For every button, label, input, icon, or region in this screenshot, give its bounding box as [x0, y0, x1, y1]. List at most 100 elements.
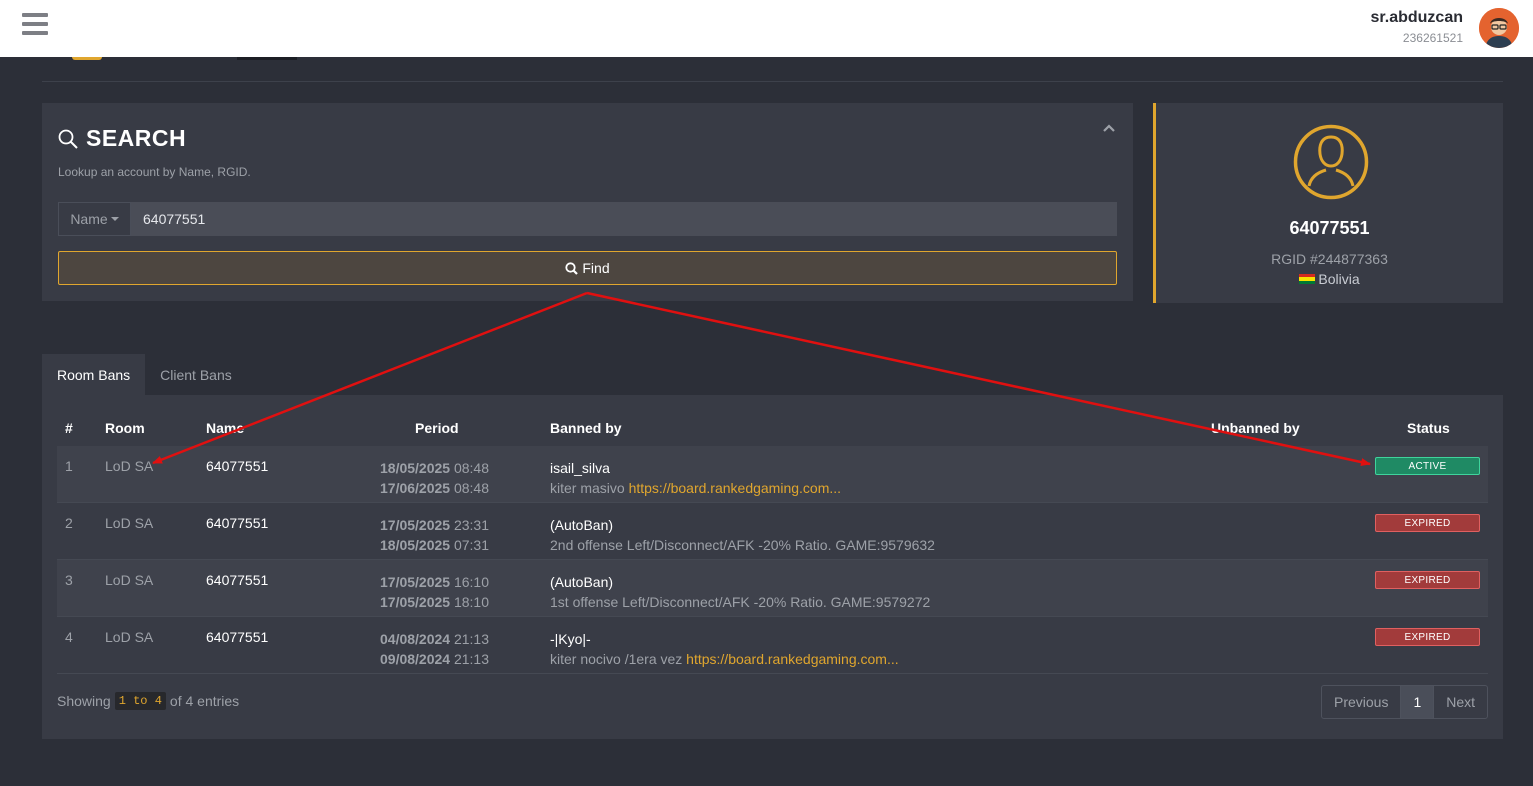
search-icon: [58, 129, 78, 149]
page-1-button[interactable]: 1: [1400, 686, 1435, 718]
period-start-date: 04/08/2024: [380, 631, 451, 647]
row-room: LoD SA: [105, 629, 154, 645]
row-banned-by: (AutoBan) 2nd offense Left/Disconnect/AF…: [550, 515, 935, 555]
row-period: 18/05/2025 08:48 17/06/2025 08:48: [380, 458, 489, 498]
user-icon: [1293, 124, 1369, 205]
find-button[interactable]: Find: [58, 251, 1117, 285]
period-start-time: 08:48: [453, 460, 490, 476]
period-start-date: 17/05/2025: [380, 517, 451, 533]
chevron-up-icon[interactable]: [1103, 121, 1115, 133]
header-unbanned-by: Unbanned by: [1211, 420, 1300, 436]
tab-client-bans[interactable]: Client Bans: [145, 354, 247, 395]
previous-button[interactable]: Previous: [1322, 686, 1400, 718]
period-end-time: 07:31: [453, 537, 490, 553]
row-number: 3: [65, 572, 73, 588]
entries-info: Showing 1 to 4 of 4 entries: [57, 692, 239, 710]
pagination: Previous 1 Next: [1321, 685, 1489, 719]
row-room: LoD SA: [105, 458, 154, 474]
logo-fragment: [72, 57, 102, 60]
period-end-time: 21:13: [453, 651, 490, 667]
period-start-time: 21:13: [453, 631, 490, 647]
period-end-time: 18:10: [453, 594, 490, 610]
ban-reason: 2nd offense Left/Disconnect/AFK -20% Rat…: [550, 537, 935, 553]
profile-name: 64077551: [1289, 218, 1370, 238]
table-row: 3 LoD SA 64077551 17/05/2025 16:10 17/05…: [57, 560, 1488, 617]
banned-by-user: (AutoBan): [550, 574, 614, 590]
search-field-dropdown[interactable]: Name: [58, 202, 131, 236]
user-id: 236261521: [1402, 31, 1463, 45]
search-title: SEARCH: [86, 125, 187, 151]
banned-by-user: (AutoBan): [550, 517, 614, 533]
ban-evidence-link[interactable]: https://board.rankedgaming.com...: [629, 480, 841, 496]
top-bar: sr.abduzcan 236261521: [0, 0, 1533, 57]
profile-rgid: RGID #244877363: [1271, 251, 1388, 267]
username: sr.abduzcan: [1370, 9, 1463, 26]
row-divider: [57, 673, 1488, 674]
header-room: Room: [105, 420, 145, 436]
bolivia-flag-icon: [1299, 273, 1316, 285]
banned-by-user: -|Kyo|-: [550, 631, 591, 647]
ban-reason: kiter nocivo /1era vez: [550, 651, 687, 667]
row-name: 64077551: [206, 629, 269, 645]
table-row: 1 LoD SA 64077551 18/05/2025 08:48 17/06…: [57, 446, 1488, 503]
period-end-time: 08:48: [453, 480, 490, 496]
next-button[interactable]: Next: [1434, 686, 1487, 718]
banned-by-user: isail_silva: [550, 460, 610, 476]
period-start-date: 18/05/2025: [380, 460, 451, 476]
status-badge: EXPIRED: [1375, 571, 1480, 589]
period-start-time: 23:31: [453, 517, 490, 533]
search-row: Name: [58, 202, 1117, 236]
row-name: 64077551: [206, 458, 269, 474]
period-end-date: 17/05/2025: [380, 594, 451, 610]
row-number: 1: [65, 458, 73, 474]
user-info[interactable]: sr.abduzcan 236261521: [1371, 9, 1463, 45]
table-row: 2 LoD SA 64077551 17/05/2025 23:31 18/05…: [57, 503, 1488, 560]
status-badge: ACTIVE: [1375, 457, 1480, 475]
row-period: 04/08/2024 21:13 09/08/2024 21:13: [380, 629, 489, 669]
search-field-label: Name: [70, 211, 108, 227]
search-panel: SEARCH Lookup an account by Name, RGID. …: [42, 103, 1133, 301]
status-badge: EXPIRED: [1375, 628, 1480, 646]
header-period: Period: [415, 420, 459, 436]
row-period: 17/05/2025 23:31 18/05/2025 07:31: [380, 515, 489, 555]
row-room: LoD SA: [105, 515, 154, 531]
divider: [42, 81, 1503, 82]
row-name: 64077551: [206, 515, 269, 531]
ban-reason: 1st offense Left/Disconnect/AFK -20% Rat…: [550, 594, 931, 610]
row-number: 4: [65, 629, 73, 645]
row-banned-by: isail_silva kiter masivo https://board.r…: [550, 458, 841, 498]
table-row: 4 LoD SA 64077551 04/08/2024 21:13 09/08…: [57, 617, 1488, 674]
tab-room-bans[interactable]: Room Bans: [42, 354, 146, 395]
caret-down-icon: [110, 217, 119, 221]
period-end-date: 18/05/2025: [380, 537, 451, 553]
period-start-date: 17/05/2025: [380, 574, 451, 590]
row-period: 17/05/2025 16:10 17/05/2025 18:10: [380, 572, 489, 612]
ban-reason: kiter masivo: [550, 480, 629, 496]
header-status: Status: [1407, 420, 1450, 436]
status-badge: EXPIRED: [1375, 514, 1480, 532]
bans-table: # Room Name Period Banned by Unbanned by…: [42, 395, 1503, 739]
profile-country: Bolivia: [1156, 271, 1503, 287]
row-name: 64077551: [206, 572, 269, 588]
header-num: #: [65, 420, 73, 436]
profile-card: 64077551 RGID #244877363 Bolivia: [1153, 103, 1503, 303]
showing-prefix: Showing: [57, 693, 111, 709]
search-subtitle: Lookup an account by Name, RGID.: [58, 165, 251, 179]
showing-range: 1 to 4: [114, 692, 166, 710]
row-banned-by: -|Kyo|- kiter nocivo /1era vez https://b…: [550, 629, 899, 669]
menu-icon[interactable]: [22, 13, 48, 37]
period-start-time: 16:10: [453, 574, 490, 590]
search-icon: [565, 261, 579, 275]
avatar[interactable]: [1479, 8, 1519, 48]
country-name: Bolivia: [1318, 271, 1360, 287]
row-banned-by: (AutoBan) 1st offense Left/Disconnect/AF…: [550, 572, 930, 612]
header-name: Name: [206, 420, 245, 436]
ban-evidence-link[interactable]: https://board.rankedgaming.com...: [686, 651, 898, 667]
showing-suffix: of 4 entries: [169, 693, 240, 709]
find-label: Find: [582, 260, 610, 276]
period-end-date: 09/08/2024: [380, 651, 451, 667]
nav-fragment: [237, 57, 297, 60]
tab-bar: Room Bans Client Bans: [42, 354, 247, 395]
search-input[interactable]: [131, 202, 1117, 236]
search-heading: SEARCH: [58, 125, 186, 152]
